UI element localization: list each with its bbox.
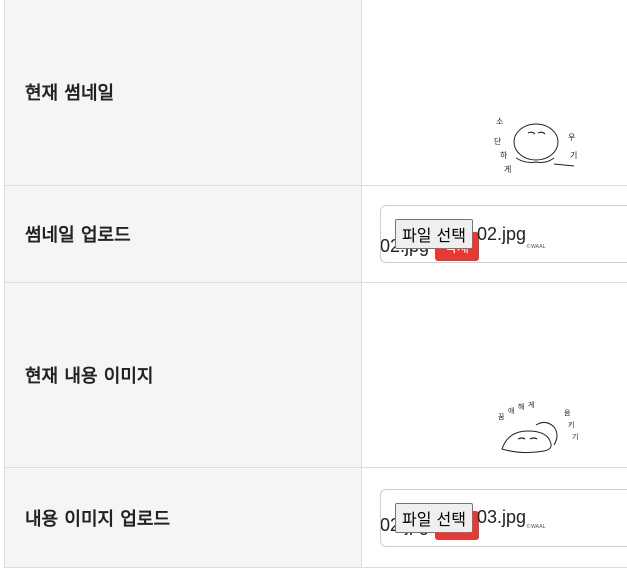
svg-text:애: 애: [508, 406, 514, 415]
svg-text:게: 게: [528, 401, 534, 409]
svg-text:꿈: 꿈: [498, 413, 505, 421]
thumbnail-image: 소 단 하 게 우 기: [494, 114, 594, 178]
svg-text:음: 음: [564, 409, 571, 417]
current-thumbnail-label: 현재 썸네일: [5, 0, 362, 186]
content-image-file-input[interactable]: 파일 선택 03.jpg: [380, 489, 627, 547]
thumbnail-upload-cell: 파일 선택 02.jpg: [362, 186, 627, 283]
content-image-upload-row: 내용 이미지 업로드 파일 선택 03.jpg: [5, 468, 627, 568]
thumbnail-choose-file-button[interactable]: 파일 선택: [395, 219, 473, 249]
svg-text:우: 우: [568, 133, 575, 142]
svg-text:기: 기: [572, 432, 578, 441]
thumbnail-file-input[interactable]: 파일 선택 02.jpg: [380, 205, 627, 263]
svg-text:해: 해: [518, 402, 524, 411]
svg-text:키: 키: [568, 420, 574, 429]
thumbnail-upload-label: 썸네일 업로드: [5, 186, 362, 283]
content-image: 꿈 애 해 게 음 키 기: [492, 401, 592, 461]
current-content-image-cell: 꿈 애 해 게 음 키 기 02.jpg 삭제 ©WAAL: [362, 283, 627, 468]
svg-text:기: 기: [570, 151, 577, 160]
current-content-image-row: 현재 내용 이미지 꿈 애 해 게 음 키 기 02.jpg: [5, 283, 627, 468]
thumbnail-selected-file-name: 02.jpg: [477, 224, 526, 245]
current-content-image-label: 현재 내용 이미지: [5, 283, 362, 468]
image-upload-form-table: 현재 썸네일 소 단 하 게 우 기 02.jpg: [4, 0, 627, 568]
svg-text:하: 하: [500, 150, 508, 160]
svg-text:단: 단: [494, 136, 502, 146]
content-image-upload-label: 내용 이미지 업로드: [5, 468, 362, 568]
content-image-upload-cell: 파일 선택 03.jpg: [362, 468, 627, 568]
svg-text:게: 게: [504, 164, 511, 174]
content-image-selected-file-name: 03.jpg: [477, 507, 526, 528]
current-thumbnail-cell: 소 단 하 게 우 기 02.jpg 삭제 ©WAAL: [362, 0, 627, 186]
thumbnail-upload-row: 썸네일 업로드 파일 선택 02.jpg: [5, 186, 627, 283]
content-image-choose-file-button[interactable]: 파일 선택: [395, 503, 473, 533]
current-thumbnail-row: 현재 썸네일 소 단 하 게 우 기 02.jpg: [5, 0, 627, 186]
svg-text:소: 소: [496, 117, 503, 126]
